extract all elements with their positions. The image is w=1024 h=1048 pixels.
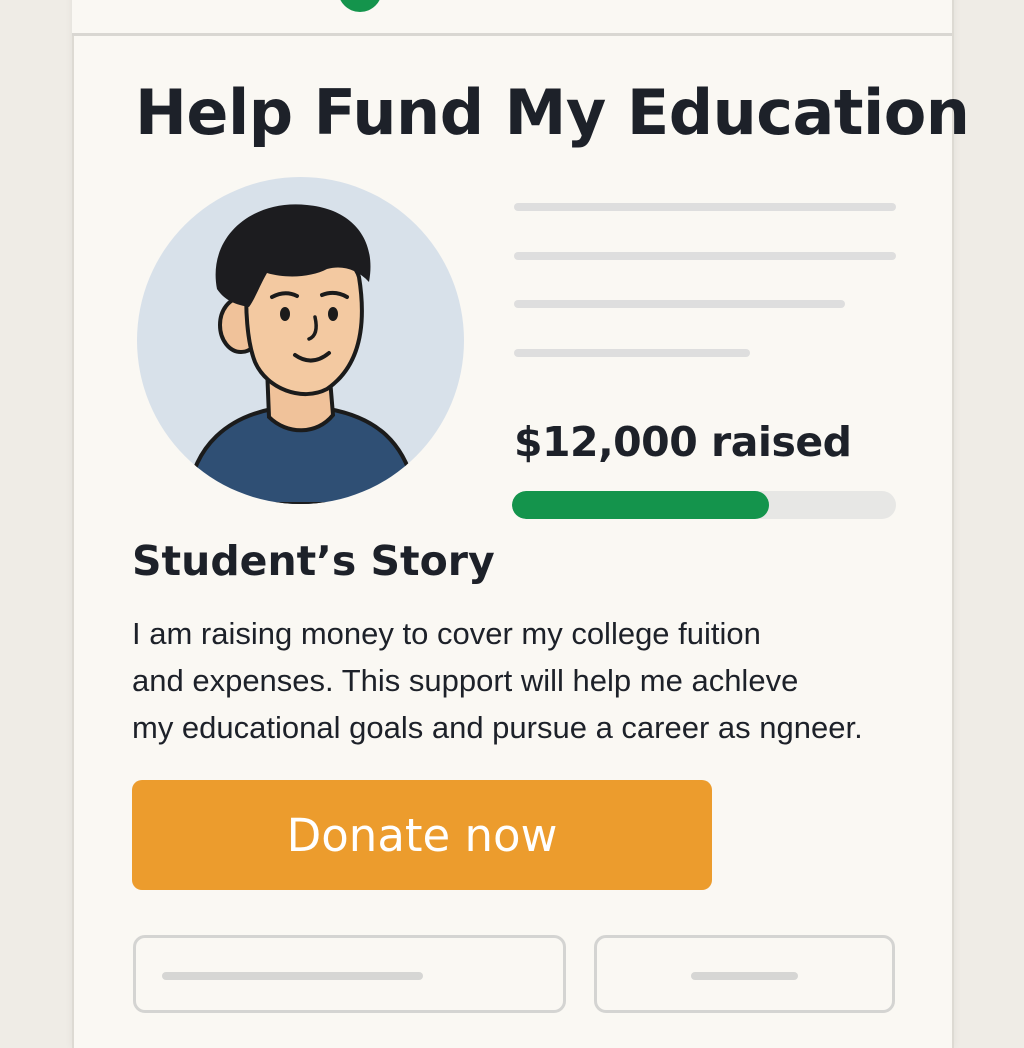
top-bar — [72, 0, 952, 36]
button-label-placeholder — [162, 972, 423, 980]
story-line: and expenses. This support will help me … — [132, 663, 799, 698]
story-heading: Student’s Story — [132, 537, 495, 585]
donate-button[interactable]: Donate now — [132, 780, 712, 890]
secondary-action-button[interactable] — [133, 935, 566, 1013]
student-avatar-icon — [184, 204, 420, 504]
page-title: Help Fund My Education — [135, 76, 970, 149]
tertiary-action-button[interactable] — [594, 935, 895, 1013]
story-text: I am raising money to cover my college f… — [132, 610, 922, 751]
description-placeholder-line — [514, 349, 750, 357]
student-avatar — [137, 177, 464, 504]
raised-amount: $12,000 raised — [514, 418, 852, 466]
story-line: my educational goals and pursue a career… — [132, 710, 863, 745]
description-placeholder-line — [514, 203, 896, 211]
campaign-card — [72, 0, 954, 1048]
description-placeholder-line — [514, 252, 896, 260]
funding-progress-fill — [512, 491, 770, 519]
status-dot-icon — [338, 0, 382, 12]
description-placeholder-line — [514, 300, 845, 308]
button-label-placeholder — [691, 972, 798, 980]
story-line: I am raising money to cover my college f… — [132, 616, 761, 651]
funding-progress-bar — [512, 491, 896, 519]
